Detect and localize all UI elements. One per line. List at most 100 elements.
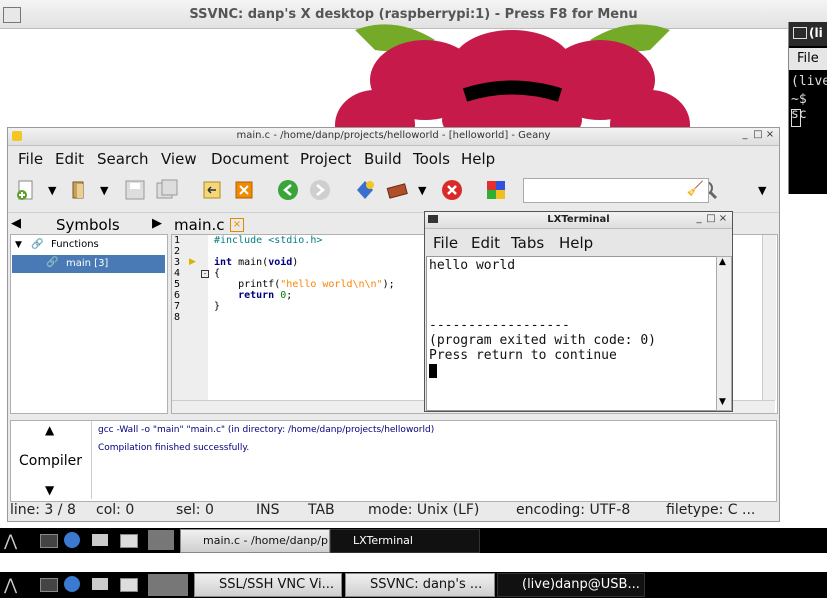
terminal-launcher-icon[interactable] bbox=[120, 534, 138, 548]
menu-view[interactable]: View bbox=[161, 150, 197, 168]
symbol-item-main[interactable]: 🔗 main [3] bbox=[12, 255, 165, 273]
toolbar-overflow-icon[interactable]: ▼ bbox=[758, 184, 766, 197]
sidebar-tab-left-icon[interactable]: ◀ bbox=[11, 216, 21, 231]
menu-help[interactable]: Help bbox=[461, 150, 495, 168]
line-number: 5 bbox=[174, 279, 181, 290]
taskbar-item-live-terminal[interactable]: (live)danp@USB... bbox=[497, 573, 645, 597]
taskbar-item-ssl-ssh-vnc[interactable]: SSL/SSH VNC Vi... bbox=[194, 573, 342, 597]
workspace-switcher[interactable] bbox=[148, 530, 174, 550]
save-icon[interactable] bbox=[123, 178, 147, 202]
scroll-down-icon[interactable]: ▼ bbox=[719, 397, 726, 407]
close-icon[interactable]: × bbox=[765, 130, 775, 140]
menu-launcher-icon[interactable]: ⋀ bbox=[4, 575, 17, 594]
compiler-output[interactable]: gcc -Wall -o "main" "main.c" (in directo… bbox=[91, 421, 776, 499]
navigate-forward-icon[interactable] bbox=[308, 178, 332, 202]
terminal-launcher-icon[interactable] bbox=[120, 578, 138, 592]
terminal-output-line: hello world bbox=[429, 258, 516, 273]
background-terminal[interactable]: (li File (live ~$ sc bbox=[788, 22, 827, 194]
lxterminal-window[interactable]: LXTerminal _ □ × File Edit Tabs Help hel… bbox=[424, 211, 733, 412]
scroll-down-icon[interactable]: ▼ bbox=[45, 483, 54, 497]
taskbar-item-geany[interactable]: main.c - /home/danp/pr... bbox=[180, 529, 330, 553]
menu-edit[interactable]: Edit bbox=[55, 150, 84, 168]
symbol-item-label: main [3] bbox=[66, 258, 109, 269]
expander-icon[interactable]: ▼ bbox=[15, 240, 22, 250]
taskbar-item-label: LXTerminal bbox=[353, 534, 413, 547]
menu-help[interactable]: Help bbox=[559, 234, 593, 252]
symbols-group-functions[interactable]: Functions bbox=[51, 239, 99, 250]
geany-title-bar[interactable]: main.c - /home/danp/projects/helloworld … bbox=[8, 128, 779, 146]
revert-icon[interactable] bbox=[200, 178, 224, 202]
browser-icon[interactable] bbox=[64, 576, 80, 592]
close-icon[interactable]: × bbox=[718, 214, 728, 224]
color-chooser-icon[interactable] bbox=[484, 178, 508, 202]
new-file-icon[interactable] bbox=[14, 178, 38, 202]
menu-tabs[interactable]: Tabs bbox=[511, 234, 544, 252]
taskbar-item-label: SSL/SSH VNC Vi... bbox=[219, 577, 334, 592]
sidebar-tab-right-icon[interactable]: ▶ bbox=[152, 216, 162, 231]
stop-icon[interactable] bbox=[440, 178, 464, 202]
keyword: int bbox=[214, 257, 233, 268]
new-file-dropdown-icon[interactable]: ▼ bbox=[48, 184, 56, 197]
minimize-icon[interactable]: _ bbox=[740, 130, 750, 140]
status-line: line: 3 / 8 bbox=[10, 502, 76, 518]
tab-compiler[interactable]: Compiler bbox=[19, 453, 82, 469]
menu-tools[interactable]: Tools bbox=[413, 150, 450, 168]
menu-build[interactable]: Build bbox=[364, 150, 402, 168]
scroll-up-icon[interactable]: ▲ bbox=[45, 423, 54, 437]
status-bar: line: 3 / 8 col: 0 sel: 0 INS TAB mode: … bbox=[8, 502, 779, 520]
vertical-scrollbar[interactable] bbox=[762, 235, 776, 400]
menu-file[interactable]: File bbox=[797, 51, 819, 66]
menu-file[interactable]: File bbox=[433, 234, 458, 252]
tab-main-c[interactable]: main.c bbox=[174, 216, 225, 234]
compiler-output-line: gcc -Wall -o "main" "main.c" (in directo… bbox=[98, 425, 435, 435]
menu-edit[interactable]: Edit bbox=[471, 234, 500, 252]
background-terminal-title-bar[interactable]: (li bbox=[789, 22, 827, 46]
line-number-gutter: 1 2 3 4 5 6 7 8 ▶ - bbox=[172, 235, 209, 400]
minimize-icon[interactable]: _ bbox=[694, 214, 704, 224]
navigate-back-icon[interactable] bbox=[276, 178, 300, 202]
taskbar-item-label: main.c - /home/danp/pr... bbox=[203, 534, 330, 547]
lxterminal-title-bar[interactable]: LXTerminal _ □ × bbox=[425, 212, 732, 229]
menu-document[interactable]: Document bbox=[211, 150, 289, 168]
open-file-icon[interactable] bbox=[68, 178, 92, 202]
geany-menubar: File Edit Search View Document Project B… bbox=[8, 146, 779, 172]
geany-title: main.c - /home/danp/projects/helloworld … bbox=[236, 130, 551, 141]
message-window: ▲ Compiler ▼ gcc -Wall -o "main" "main.c… bbox=[10, 420, 777, 502]
compile-icon[interactable] bbox=[353, 178, 377, 202]
punctuation: ; bbox=[286, 290, 293, 301]
save-all-icon[interactable] bbox=[155, 178, 179, 202]
fold-icon[interactable]: - bbox=[201, 270, 209, 278]
menu-file[interactable]: File bbox=[18, 150, 43, 168]
background-terminal-title: (li bbox=[809, 26, 823, 40]
keyword: return bbox=[214, 290, 275, 301]
build-dropdown-icon[interactable]: ▼ bbox=[418, 184, 426, 197]
line-number: 6 bbox=[174, 290, 181, 301]
open-file-dropdown-icon[interactable]: ▼ bbox=[100, 184, 108, 197]
build-icon[interactable] bbox=[385, 178, 409, 202]
file-manager-icon[interactable] bbox=[40, 578, 58, 592]
close-file-icon[interactable] bbox=[232, 178, 256, 202]
browser-icon[interactable] bbox=[64, 532, 80, 548]
tab-symbols[interactable]: Symbols bbox=[56, 216, 120, 234]
menu-project[interactable]: Project bbox=[300, 150, 351, 168]
terminal-output[interactable]: hello world ------------------ (program … bbox=[426, 256, 718, 411]
search-input[interactable]: 🧹 bbox=[523, 178, 709, 203]
vertical-scrollbar[interactable]: ▲ ▼ bbox=[716, 256, 732, 411]
clear-broom-icon[interactable]: 🧹 bbox=[687, 181, 704, 197]
code-line-5: printf("hello world\n\n"); bbox=[214, 279, 395, 290]
scroll-up-icon[interactable]: ▲ bbox=[719, 257, 726, 267]
menu-launcher-icon[interactable]: ⋀ bbox=[4, 531, 17, 550]
file-manager-icon[interactable] bbox=[40, 534, 58, 548]
show-desktop-icon[interactable] bbox=[92, 534, 108, 546]
taskbar-item-ssvnc[interactable]: SSVNC: danp's ... bbox=[345, 573, 495, 597]
workspace-switcher[interactable] bbox=[148, 574, 188, 596]
terminal-output-line: (program exited with code: 0) bbox=[429, 333, 656, 348]
maximize-icon[interactable]: □ bbox=[706, 214, 716, 224]
code-line-1: #include <stdio.h> bbox=[214, 235, 322, 246]
tab-close-icon[interactable]: × bbox=[230, 218, 244, 232]
local-taskbar: ⋀ SSL/SSH VNC Vi... SSVNC: danp's ... (l… bbox=[0, 572, 827, 598]
show-desktop-icon[interactable] bbox=[92, 578, 108, 590]
taskbar-item-lxterminal[interactable]: LXTerminal bbox=[330, 529, 480, 553]
menu-search[interactable]: Search bbox=[97, 150, 149, 168]
maximize-icon[interactable]: □ bbox=[753, 130, 763, 140]
